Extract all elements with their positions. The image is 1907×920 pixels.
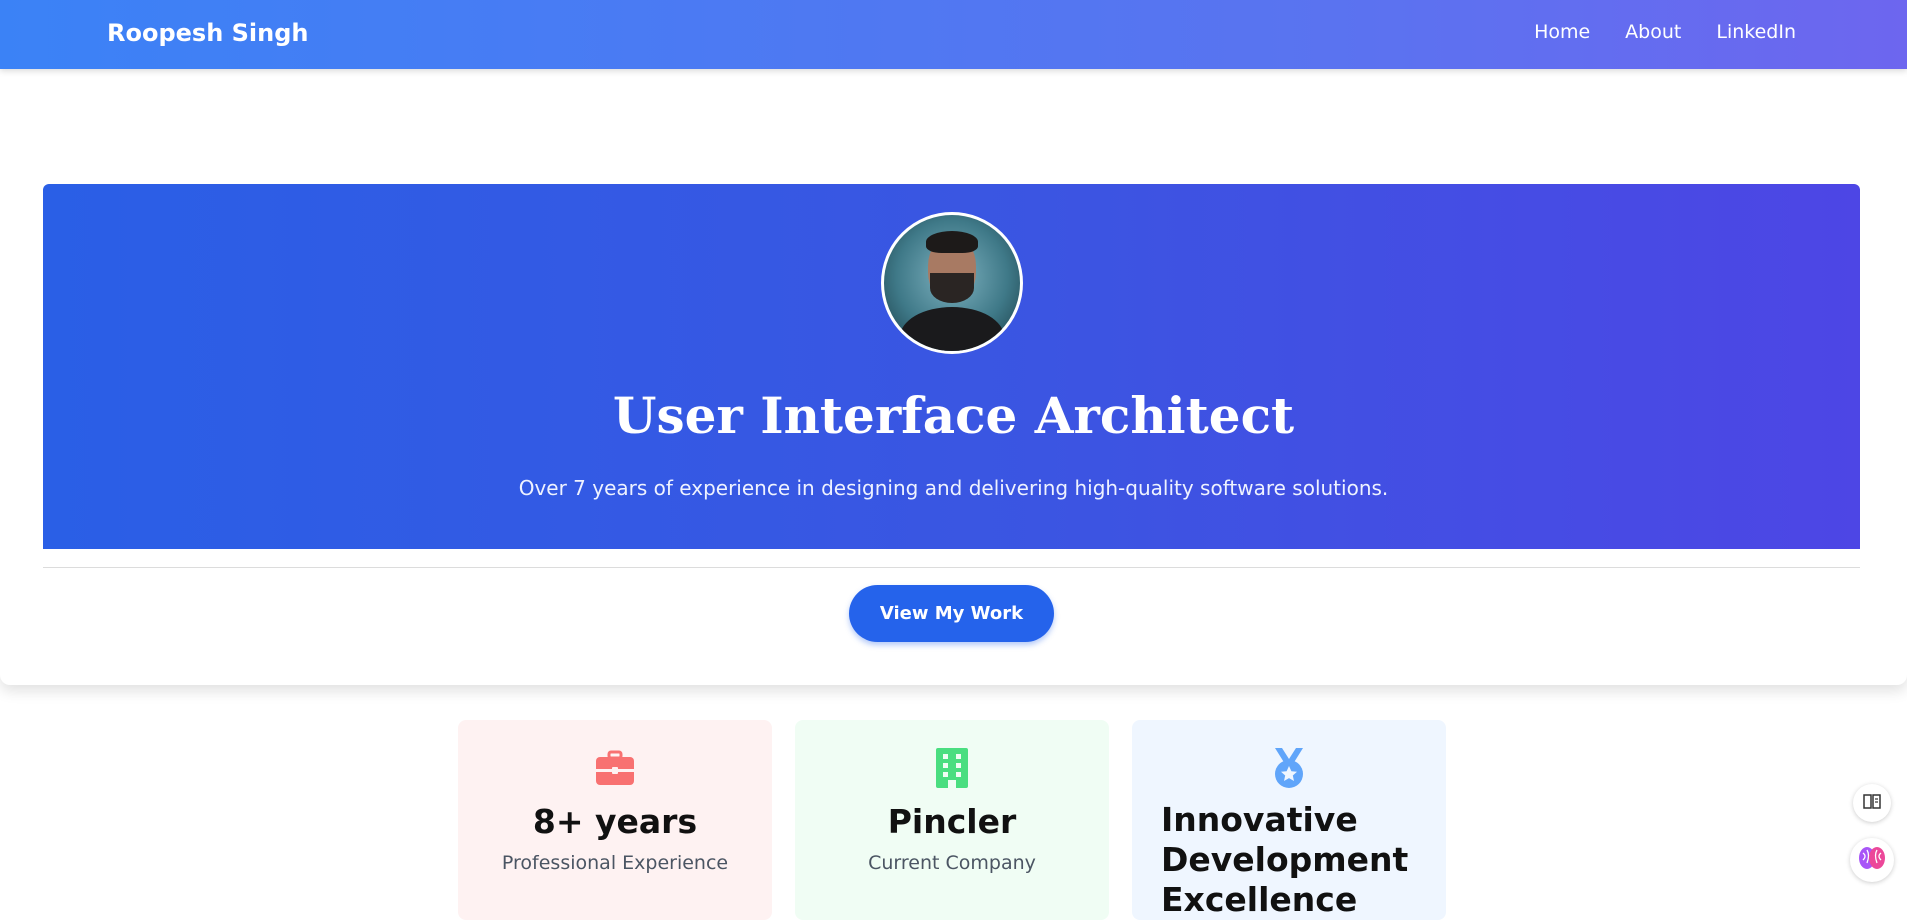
navbar: Roopesh Singh Home About LinkedIn [0,0,1907,69]
stat-card-experience: 8+ years Professional Experience [458,720,772,920]
divider [43,567,1860,568]
hero-title: User Interface Architect [612,386,1295,445]
stat-card-company: Pincler Current Company [795,720,1109,920]
brain-icon [1858,845,1886,875]
profile-avatar [881,212,1023,354]
ai-assistant-button[interactable] [1850,838,1894,882]
nav-link-about[interactable]: About [1625,21,1681,43]
stat-value: Innovative Development Excellence [1161,800,1409,919]
medal-icon [1132,746,1446,790]
nav-link-home[interactable]: Home [1534,21,1590,43]
reader-mode-button[interactable] [1853,784,1891,822]
view-my-work-button[interactable]: View My Work [849,585,1054,642]
hero-subtitle: Over 7 years of experience in designing … [518,476,1389,500]
book-reader-icon [1862,792,1882,814]
brand-logo[interactable]: Roopesh Singh [107,19,309,47]
stat-value: 8+ years [532,802,698,841]
stat-card-excellence: Innovative Development Excellence [1132,720,1446,920]
nav-links: Home About LinkedIn [1499,21,1796,43]
building-icon [795,746,1109,790]
nav-link-linkedin[interactable]: LinkedIn [1716,21,1796,43]
stat-value: Pincler [887,802,1017,841]
briefcase-icon [458,746,772,790]
stat-label: Professional Experience [501,852,729,874]
stat-label: Current Company [868,852,1036,874]
